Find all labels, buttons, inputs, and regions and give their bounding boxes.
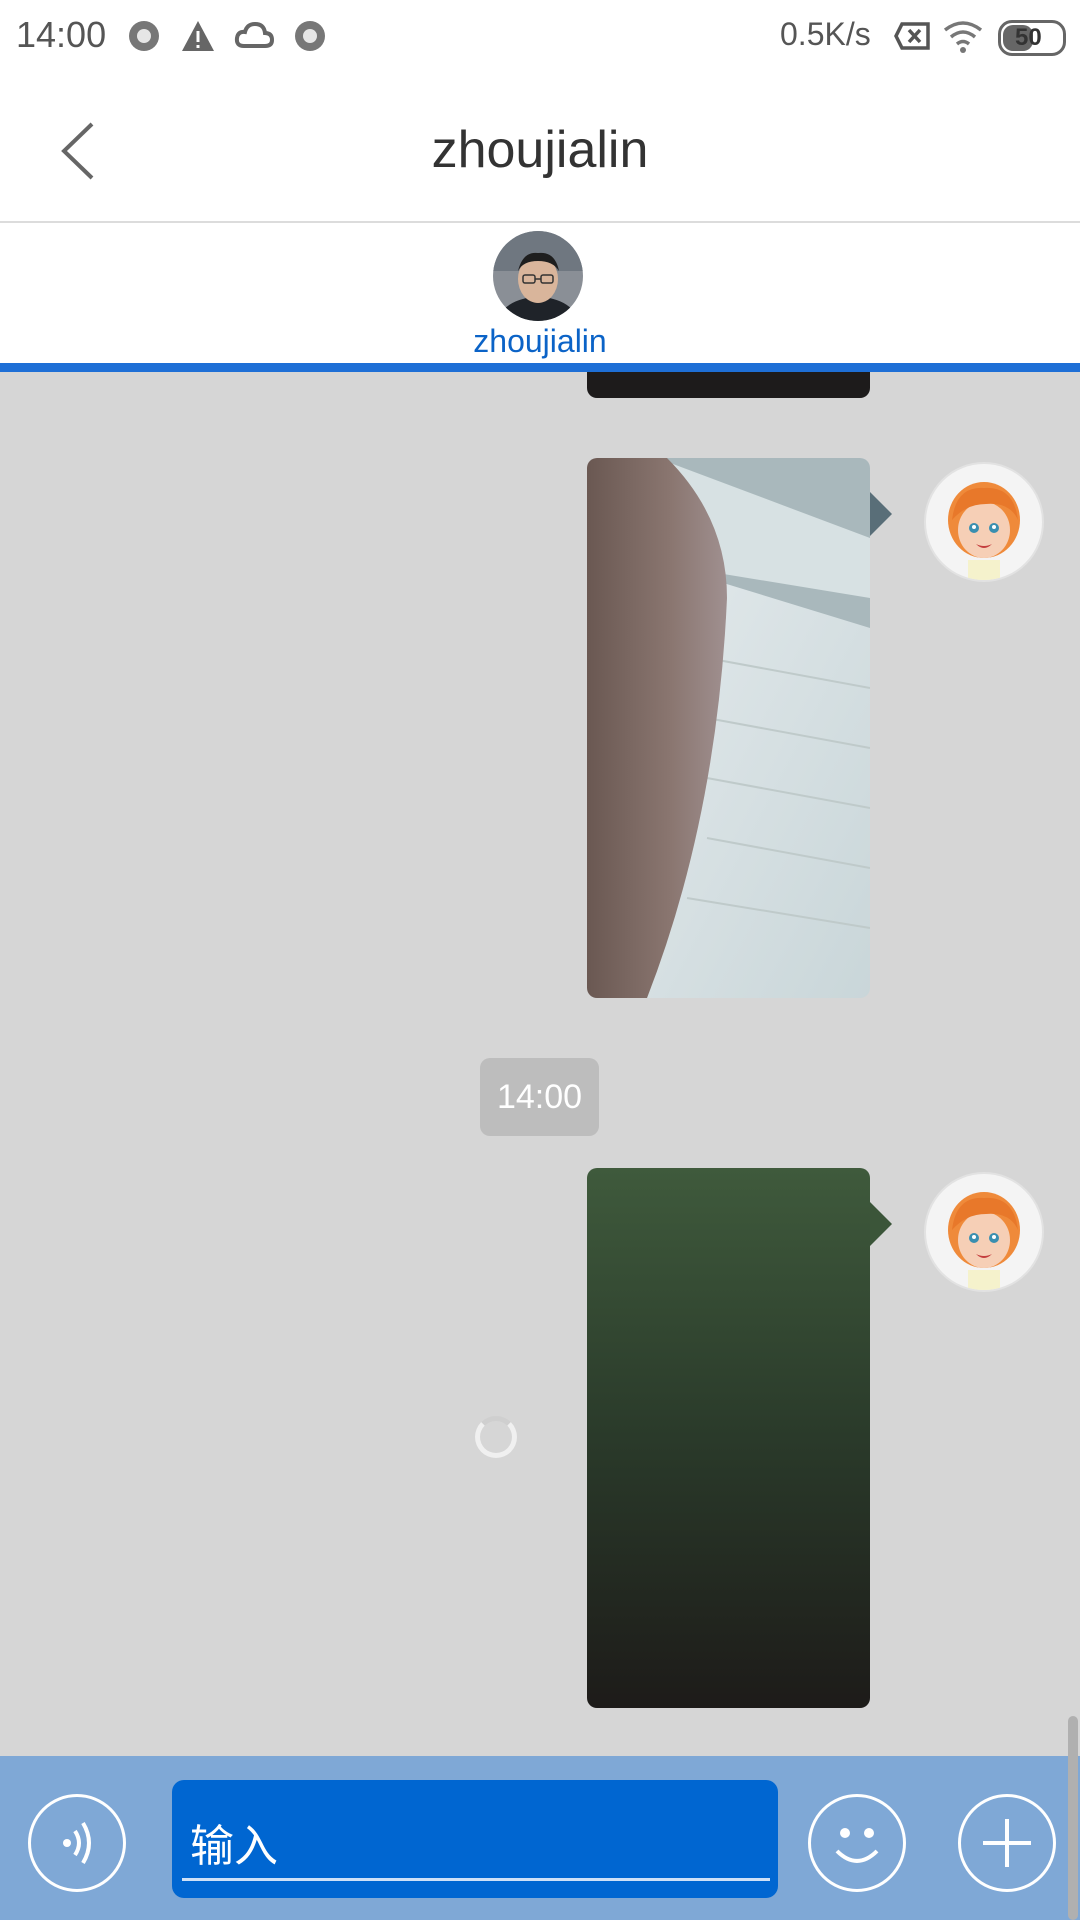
status-time: 14:00 <box>16 14 107 55</box>
image-message[interactable] <box>587 458 870 998</box>
emoji-icon <box>835 1828 879 1863</box>
emoji-button[interactable] <box>808 1794 906 1892</box>
contact-strip: zhoujialin <box>0 223 1080 372</box>
scrollbar-thumb[interactable] <box>1068 1716 1078 1920</box>
bubble-tail <box>870 1202 892 1246</box>
voice-icon <box>63 1821 91 1865</box>
plus-icon <box>983 1819 1031 1867</box>
user-avatar[interactable] <box>924 1172 1044 1292</box>
warning-icon <box>182 21 214 51</box>
image-message-partial[interactable] <box>587 372 870 398</box>
network-speed: 0.5K/s <box>780 16 871 52</box>
voice-button[interactable] <box>28 1794 126 1892</box>
input-bar: 输入 <box>0 1756 1080 1920</box>
chat-header: zhoujialin <box>0 76 1080 223</box>
user-avatar[interactable] <box>924 462 1044 582</box>
image-message[interactable] <box>587 1168 870 1708</box>
loading-spinner-icon <box>475 1416 517 1458</box>
page-title: zhoujialin <box>431 121 649 179</box>
plus-button[interactable] <box>958 1794 1056 1892</box>
record-icon <box>129 21 159 51</box>
contact-avatar[interactable] <box>493 231 583 321</box>
contact-name[interactable]: zhoujialin <box>0 323 1080 360</box>
timestamp-chip: 14:00 <box>480 1058 599 1136</box>
battery-icon: 50 <box>998 20 1066 56</box>
status-bar: 14:00 0.5K/s 50 <box>0 0 1080 76</box>
contact-tab-indicator <box>0 363 1080 372</box>
wifi-icon <box>943 21 983 53</box>
battery-level: 50 <box>1015 24 1042 51</box>
record-icon-2 <box>295 21 325 51</box>
cloud-icon <box>234 21 274 48</box>
message-input[interactable]: 输入 <box>172 1780 778 1898</box>
photo-image <box>587 458 870 998</box>
photo-image <box>587 1168 870 1708</box>
sim-x-icon <box>894 22 930 50</box>
message-input-placeholder: 输入 <box>190 1822 278 1871</box>
bubble-tail <box>870 492 892 536</box>
chat-area[interactable]: 14:00 <box>0 372 1080 1756</box>
input-underline <box>182 1878 770 1881</box>
